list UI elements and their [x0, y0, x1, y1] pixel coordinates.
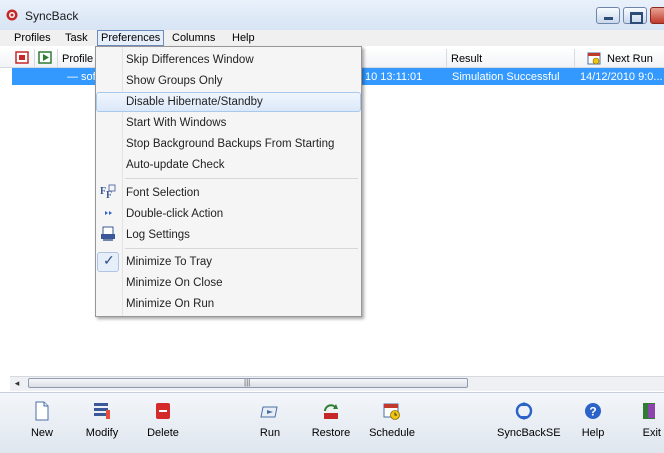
- column-separator[interactable]: [57, 49, 58, 67]
- row-profile-name: — sof: [67, 71, 96, 83]
- help-button-label: Help: [581, 427, 605, 439]
- exit-button-label: Exit: [642, 427, 661, 439]
- syncback-window: SyncBack Profiles Task Preferences Colum…: [0, 0, 664, 453]
- font-icon: F F: [100, 184, 116, 200]
- column-header-next-run[interactable]: Next Run: [607, 53, 653, 65]
- run-button-label: Run: [259, 427, 281, 439]
- column-header-result[interactable]: Result: [451, 53, 482, 65]
- menu-item-label: Minimize On Close: [126, 277, 223, 289]
- delete-button-label: Delete: [147, 427, 179, 439]
- menu-task[interactable]: Task: [62, 31, 91, 45]
- maximize-button[interactable]: [623, 7, 647, 24]
- new-button-label: New: [30, 427, 53, 439]
- help-button[interactable]: ? Help: [568, 401, 618, 446]
- delete-button[interactable]: Delete: [138, 401, 188, 446]
- menu-item-label: Minimize On Run: [126, 298, 215, 310]
- syncbackse-button[interactable]: SyncBackSE: [497, 401, 561, 446]
- syncbackse-button-label: SyncBackSE: [497, 427, 561, 439]
- scroll-left-arrow-icon[interactable]: ◂: [12, 378, 22, 388]
- row-next-run: 14/12/2010 9:0...: [580, 71, 663, 83]
- row-last-run: 10 13:11:01: [365, 71, 423, 83]
- column-header-profile[interactable]: Profile: [62, 53, 93, 65]
- menu-item-label: Show Groups Only: [126, 75, 223, 87]
- modify-list-icon: [94, 403, 110, 419]
- log-icon: [101, 226, 115, 241]
- close-button[interactable]: [650, 7, 664, 24]
- delete-icon: [156, 403, 170, 419]
- menu-help[interactable]: Help: [229, 31, 258, 45]
- schedule-button-label: Schedule: [369, 427, 415, 439]
- profile-enabled-icon[interactable]: [38, 51, 52, 64]
- menu-profiles[interactable]: Profiles: [11, 31, 54, 45]
- double-arrow-icon: [105, 211, 112, 215]
- row-result: Simulation Successful: [452, 71, 560, 83]
- run-icon: [260, 406, 278, 418]
- restore-button[interactable]: Restore: [306, 401, 356, 446]
- menu-item-label: Minimize To Tray: [126, 256, 213, 268]
- app-icon: [6, 9, 18, 21]
- scrollbar-grip: |||: [244, 378, 251, 387]
- column-separator[interactable]: [446, 49, 447, 67]
- window-title: SyncBack: [25, 9, 79, 23]
- menu-preferences[interactable]: Preferences: [97, 30, 165, 46]
- column-separator[interactable]: [34, 49, 35, 67]
- modify-button-label: Modify: [85, 427, 119, 439]
- menu-separator: [125, 248, 358, 249]
- check-icon: ✓: [103, 252, 115, 268]
- menu-bar: Profiles Task Preferences Columns Help: [0, 30, 664, 46]
- menu-item-label: Start With Windows: [126, 117, 227, 129]
- svg-text:?: ?: [589, 405, 596, 419]
- menu-columns[interactable]: Columns: [169, 31, 218, 45]
- menu-item-label: Skip Differences Window: [126, 54, 254, 66]
- column-separator[interactable]: [574, 49, 575, 67]
- menu-item-label: Font Selection: [126, 187, 200, 199]
- menu-item-label: Double-click Action: [126, 208, 224, 220]
- restore-button-label: Restore: [311, 427, 351, 439]
- exit-icon: [643, 403, 655, 419]
- svg-text:F: F: [106, 190, 112, 200]
- new-document-icon: [35, 401, 49, 421]
- title-bar[interactable]: [0, 0, 664, 31]
- syncbackse-icon: [515, 402, 533, 420]
- profile-status-icon[interactable]: [15, 51, 29, 64]
- menu-item-label: Disable Hibernate/Standby: [126, 96, 263, 108]
- menu-item-label: Stop Background Backups From Starting: [126, 138, 335, 150]
- modify-button[interactable]: Modify: [77, 401, 127, 446]
- help-icon: ?: [585, 403, 601, 419]
- menu-item-label: Auto-update Check: [126, 159, 225, 171]
- new-button[interactable]: New: [17, 401, 67, 446]
- minimize-button[interactable]: [596, 7, 620, 24]
- schedule-button[interactable]: Schedule: [367, 401, 417, 446]
- run-button[interactable]: Run: [245, 401, 295, 446]
- menu-item-label: Log Settings: [126, 229, 190, 241]
- menu-separator: [125, 178, 358, 179]
- exit-button[interactable]: Exit: [628, 401, 664, 446]
- restore-icon: [324, 404, 338, 419]
- next-run-icon: [587, 52, 601, 65]
- schedule-icon: [383, 403, 400, 420]
